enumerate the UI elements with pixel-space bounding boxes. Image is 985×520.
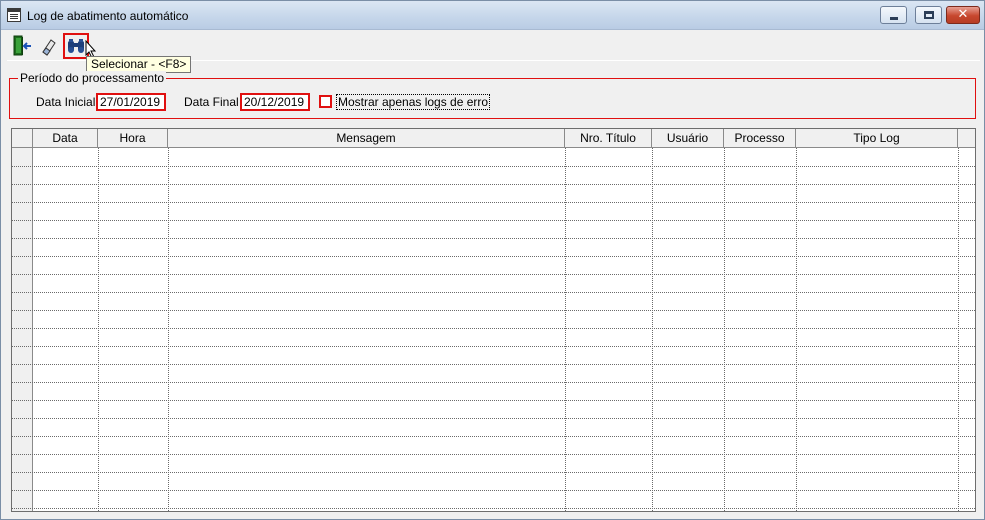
grid-row-line <box>12 472 975 473</box>
log-grid[interactable]: Data Hora Mensagem Nro. Título Usuário P… <box>11 128 976 512</box>
grid-row-line <box>12 166 975 167</box>
end-date-label: Data Final <box>184 95 239 109</box>
close-icon: ✕ <box>957 7 969 22</box>
app-window-icon[interactable] <box>7 8 21 22</box>
grid-row-line <box>12 490 975 491</box>
eraser-icon <box>42 39 56 56</box>
period-legend: Período do processamento <box>18 71 167 85</box>
grid-row-line <box>12 418 975 419</box>
grid-row-line <box>12 184 975 185</box>
grid-row-line <box>12 382 975 383</box>
grid-header-hora[interactable]: Hora <box>98 129 168 148</box>
grid-header-processo[interactable]: Processo <box>724 129 796 148</box>
grid-row-line <box>12 220 975 221</box>
grid-row-line <box>12 238 975 239</box>
grid-header-indicator[interactable] <box>12 129 33 148</box>
errors-only-checkbox[interactable] <box>319 95 332 108</box>
grid-row-line <box>12 328 975 329</box>
start-date-field[interactable]: 27/01/2019 <box>96 93 166 111</box>
grid-header-mensagem[interactable]: Mensagem <box>168 129 565 148</box>
grid-header-nro-titulo[interactable]: Nro. Título <box>565 129 652 148</box>
grid-header-data[interactable]: Data <box>33 129 98 148</box>
title-bar[interactable]: Log de abatimento automático ✕ <box>1 1 984 30</box>
grid-header-tipo-log[interactable]: Tipo Log <box>796 129 958 148</box>
grid-row-line <box>12 400 975 401</box>
start-date-label: Data Inicial <box>36 95 96 109</box>
grid-row-line <box>12 202 975 203</box>
close-button[interactable]: ✕ <box>946 6 980 24</box>
end-date-field[interactable]: 20/12/2019 <box>240 93 310 111</box>
grid-header-usuario[interactable]: Usuário <box>652 129 724 148</box>
maximize-icon <box>924 11 934 19</box>
grid-row-line <box>12 364 975 365</box>
grid-row-line <box>12 292 975 293</box>
window-title: Log de abatimento automático <box>27 9 189 23</box>
minimize-button[interactable] <box>880 6 907 24</box>
grid-row-line <box>12 454 975 455</box>
errors-only-label[interactable]: Mostrar apenas logs de erro <box>336 94 491 110</box>
grid-row-line <box>12 436 975 437</box>
grid-header-filler <box>958 129 975 148</box>
binoculars-icon <box>68 39 84 53</box>
exit-button[interactable] <box>10 33 36 59</box>
grid-row-line <box>12 508 975 509</box>
main-window: Log de abatimento automático ✕ Seleciona… <box>0 0 985 520</box>
grid-row-line <box>12 346 975 347</box>
grid-row-line <box>12 274 975 275</box>
minimize-icon <box>890 17 898 20</box>
grid-row-line <box>12 256 975 257</box>
exit-door-icon <box>13 35 31 56</box>
maximize-button[interactable] <box>915 6 942 24</box>
grid-row-line <box>12 310 975 311</box>
clear-button[interactable] <box>36 33 62 59</box>
